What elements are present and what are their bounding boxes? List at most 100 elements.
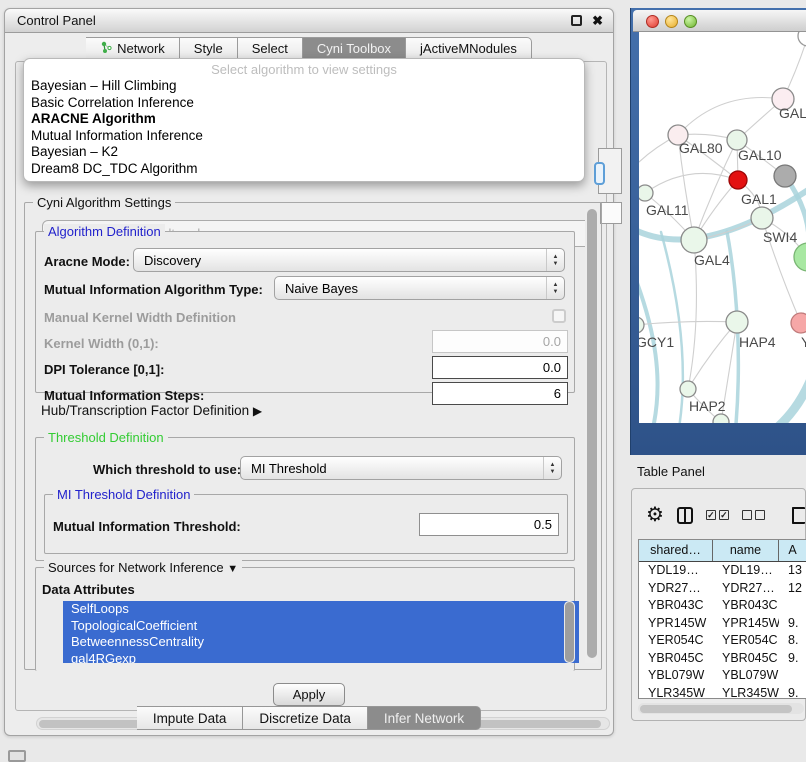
kernel-width-label: Kernel Width (0,1): — [44, 336, 159, 351]
node-label: GAL11 — [646, 202, 689, 218]
minimized-panel-icon[interactable] — [8, 750, 26, 762]
minimize-window-icon[interactable] — [665, 15, 678, 28]
export-table-icon[interactable] — [792, 507, 805, 524]
algorithm-option[interactable]: Mutual Information Inference — [24, 128, 584, 145]
table-row[interactable]: YER054CYER054C8. — [639, 632, 806, 650]
table-cell: YDL19… — [639, 562, 713, 580]
table-horizontal-scrollbar[interactable] — [638, 703, 804, 714]
mi-threshold-label: Mutual Information Threshold: — [53, 519, 241, 534]
tab-label: Infer Network — [384, 711, 464, 726]
network-icon — [100, 41, 112, 57]
node-label: GAL10 — [738, 147, 782, 163]
hub-definition-expander[interactable]: Hub/Transcription Factor Definition ▶ — [41, 403, 262, 418]
column-header[interactable]: A — [779, 540, 806, 561]
manual-kernel-label: Manual Kernel Width Definition — [44, 310, 236, 325]
node-label: GAL4 — [694, 252, 730, 268]
list-item-selected[interactable]: SelfLoops — [63, 601, 579, 618]
tab[interactable]: Select — [238, 37, 303, 60]
node-selected[interactable] — [729, 171, 747, 189]
node-label: GAL80 — [679, 140, 723, 156]
table-row[interactable]: YPR145WYPR145W9. — [639, 615, 806, 633]
tab[interactable]: Cyni Toolbox — [303, 37, 406, 60]
tab[interactable]: jActiveMNodules — [406, 37, 532, 60]
node-gal4[interactable] — [681, 227, 707, 253]
manual-kernel-checkbox[interactable] — [552, 309, 566, 323]
table-row[interactable]: YDL19…YDL19…13 — [639, 562, 806, 580]
table-cell: YDR27… — [639, 580, 713, 598]
combo-stepper-focused[interactable] — [594, 162, 605, 185]
list-item-selected[interactable]: gal4RGexp — [63, 651, 579, 664]
node-pink[interactable] — [791, 313, 806, 333]
algorithm-option[interactable]: Basic Correlation Inference — [24, 95, 584, 112]
tab[interactable]: Style — [180, 37, 238, 60]
column-header[interactable]: shared… — [639, 540, 713, 561]
table-row[interactable]: YBR045CYBR045C9. — [639, 650, 806, 668]
gear-icon[interactable]: ⚙ — [646, 505, 664, 525]
tab-label: Select — [252, 41, 288, 56]
select-all-icon[interactable]: ✓✓ — [706, 510, 729, 520]
dpi-tolerance-label: DPI Tolerance [0,1]: — [44, 362, 164, 377]
algorithm-option[interactable]: Dream8 DC_TDC Algorithm — [24, 161, 584, 178]
node-gray[interactable] — [774, 165, 796, 187]
node-label: GAL — [779, 105, 806, 121]
table-cell: YLR345W — [713, 685, 779, 700]
tab-label: Discretize Data — [259, 711, 351, 726]
aracne-mode-combo[interactable]: Discovery ▲▼ — [133, 248, 565, 272]
table-cell: YBR045C — [639, 650, 713, 668]
mi-threshold-field[interactable]: 0.5 — [419, 513, 559, 536]
table-row[interactable]: YDR27…YDR27…12 — [639, 580, 806, 598]
apply-button[interactable]: Apply — [273, 683, 345, 706]
tab[interactable]: Impute Data — [137, 706, 244, 730]
float-panel-icon[interactable] — [571, 15, 582, 26]
which-threshold-combo[interactable]: MI Threshold ▲▼ — [240, 456, 562, 480]
column-layout-icon[interactable] — [677, 507, 693, 524]
zoom-window-icon[interactable] — [684, 15, 697, 28]
node-gcy1[interactable] — [639, 317, 644, 333]
node-hap4[interactable] — [726, 311, 748, 333]
algorithm-option[interactable]: ARACNE Algorithm — [24, 111, 584, 128]
node-green[interactable] — [794, 243, 806, 271]
network-canvas[interactable]: GALGAL80GAL10GAL1GAL11SWI4GAL4GCY1HAP4YH… — [639, 32, 806, 423]
algorithm-dropdown-popup: Select algorithm to view settings Bayesi… — [23, 58, 585, 182]
list-item-selected[interactable]: BetweennessCentrality — [63, 634, 579, 651]
table-row[interactable]: YBL079WYBL079W — [639, 667, 806, 685]
node-gal11[interactable] — [639, 185, 653, 201]
list-item-selected[interactable]: TopologicalCoefficient — [63, 618, 579, 635]
column-header[interactable]: name — [713, 540, 779, 561]
tab[interactable]: Network — [86, 37, 180, 60]
deselect-all-icon[interactable] — [742, 510, 765, 520]
control-panel-titlebar[interactable]: Control Panel ✖ — [5, 9, 613, 33]
node-label: SWI4 — [763, 229, 797, 245]
algorithm-option[interactable]: Bayesian – Hill Climbing — [24, 78, 584, 95]
tab-label: Cyni Toolbox — [317, 41, 391, 56]
group-title: Cyni Algorithm Settings — [33, 195, 175, 210]
kernel-width-field[interactable]: 0.0 — [432, 330, 568, 353]
close-window-icon[interactable] — [646, 15, 659, 28]
node-hap2[interactable] — [680, 381, 696, 397]
tab[interactable]: Discretize Data — [243, 706, 368, 730]
table-cell: YBR043C — [713, 597, 779, 615]
table-toolbar: ⚙ ✓✓ — [638, 495, 805, 535]
node[interactable] — [798, 32, 806, 46]
node[interactable] — [713, 414, 729, 423]
close-panel-icon[interactable]: ✖ — [592, 14, 603, 27]
sources-expander[interactable]: Sources for Network Inference ▼ — [44, 560, 242, 575]
table-cell: YPR145W — [713, 615, 779, 633]
aracne-mode-label: Aracne Mode: — [44, 254, 130, 269]
list-vertical-scrollbar[interactable] — [564, 601, 575, 663]
table-row[interactable]: YLR345WYLR345W9. — [639, 685, 806, 700]
tab[interactable]: Infer Network — [368, 706, 481, 730]
table-cell: YPR145W — [639, 615, 713, 633]
dpi-tolerance-field[interactable]: 0.0 — [432, 356, 568, 379]
algorithm-option[interactable]: Bayesian – K2 — [24, 144, 584, 161]
table-panel: ⚙ ✓✓ shared… name A YDL19…YDL19…13YDR27…… — [631, 488, 806, 721]
mi-steps-field[interactable]: 6 — [432, 382, 568, 405]
settings-vertical-scrollbar[interactable] — [585, 209, 598, 663]
table-cell: YLR345W — [639, 685, 713, 700]
mi-algorithm-type-combo[interactable]: Naive Bayes ▲▼ — [274, 276, 565, 300]
combo-stepper-icon: ▲▼ — [546, 277, 564, 299]
table-row[interactable]: YBR043CYBR043C — [639, 597, 806, 615]
node-gal1[interactable] — [751, 207, 773, 229]
network-window-titlebar[interactable] — [633, 10, 806, 32]
table-cell: YBL079W — [713, 667, 779, 685]
